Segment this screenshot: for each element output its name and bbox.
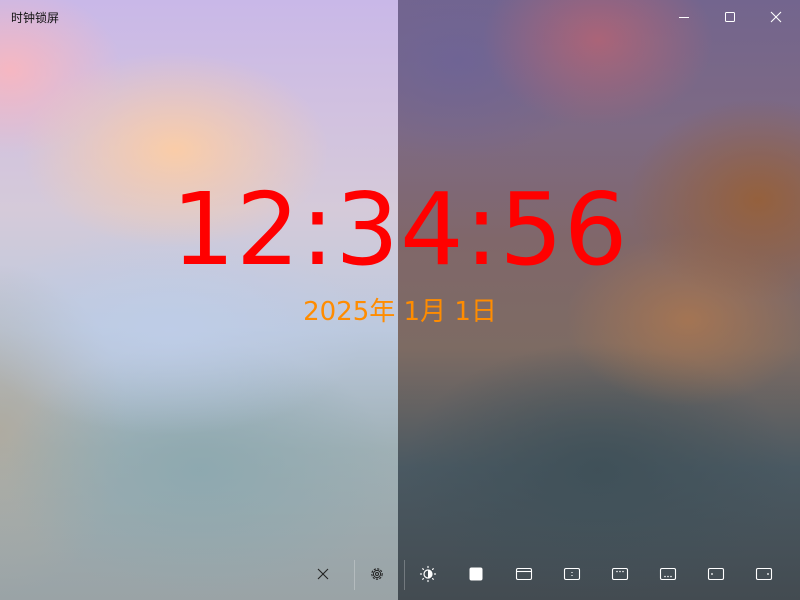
settings-button[interactable]: [359, 556, 395, 592]
layout-top-dots-button[interactable]: [602, 556, 638, 592]
toolbar-divider: [404, 560, 405, 590]
minimize-icon: [679, 17, 689, 18]
layout-center-button[interactable]: [554, 556, 590, 592]
gear-icon: [371, 568, 383, 580]
layout-right-button[interactable]: [746, 556, 782, 592]
x-icon: [317, 568, 329, 580]
clock-time: 12:34:56: [171, 171, 629, 288]
layout-bottom-dots-button[interactable]: [650, 556, 686, 592]
center-dots-icon: [563, 567, 581, 581]
background-button[interactable]: [458, 556, 494, 592]
brightness-icon: [419, 565, 437, 583]
toolbar-divider: [354, 560, 355, 590]
layout-top-bar-button[interactable]: [506, 556, 542, 592]
app-title: 时钟锁屏: [11, 11, 60, 25]
maximize-button[interactable]: [707, 0, 753, 34]
layout-left-button[interactable]: [698, 556, 734, 592]
bottom-dots-icon: [659, 567, 677, 581]
close-button[interactable]: [753, 0, 799, 34]
clock-date: 2025年 1月 1日: [303, 297, 497, 327]
left-panel-icon: [707, 567, 725, 581]
right-panel-icon: [755, 567, 773, 581]
brightness-button[interactable]: [410, 556, 446, 592]
close-icon: [770, 11, 782, 23]
maximize-icon: [725, 12, 735, 22]
filled-square-icon: [469, 567, 483, 581]
title-bar[interactable]: 时钟锁屏: [0, 0, 800, 34]
window-top-bar-icon: [515, 567, 533, 581]
top-dots-icon: [611, 567, 629, 581]
minimize-button[interactable]: [661, 0, 707, 34]
close-clock-button[interactable]: [305, 556, 341, 592]
